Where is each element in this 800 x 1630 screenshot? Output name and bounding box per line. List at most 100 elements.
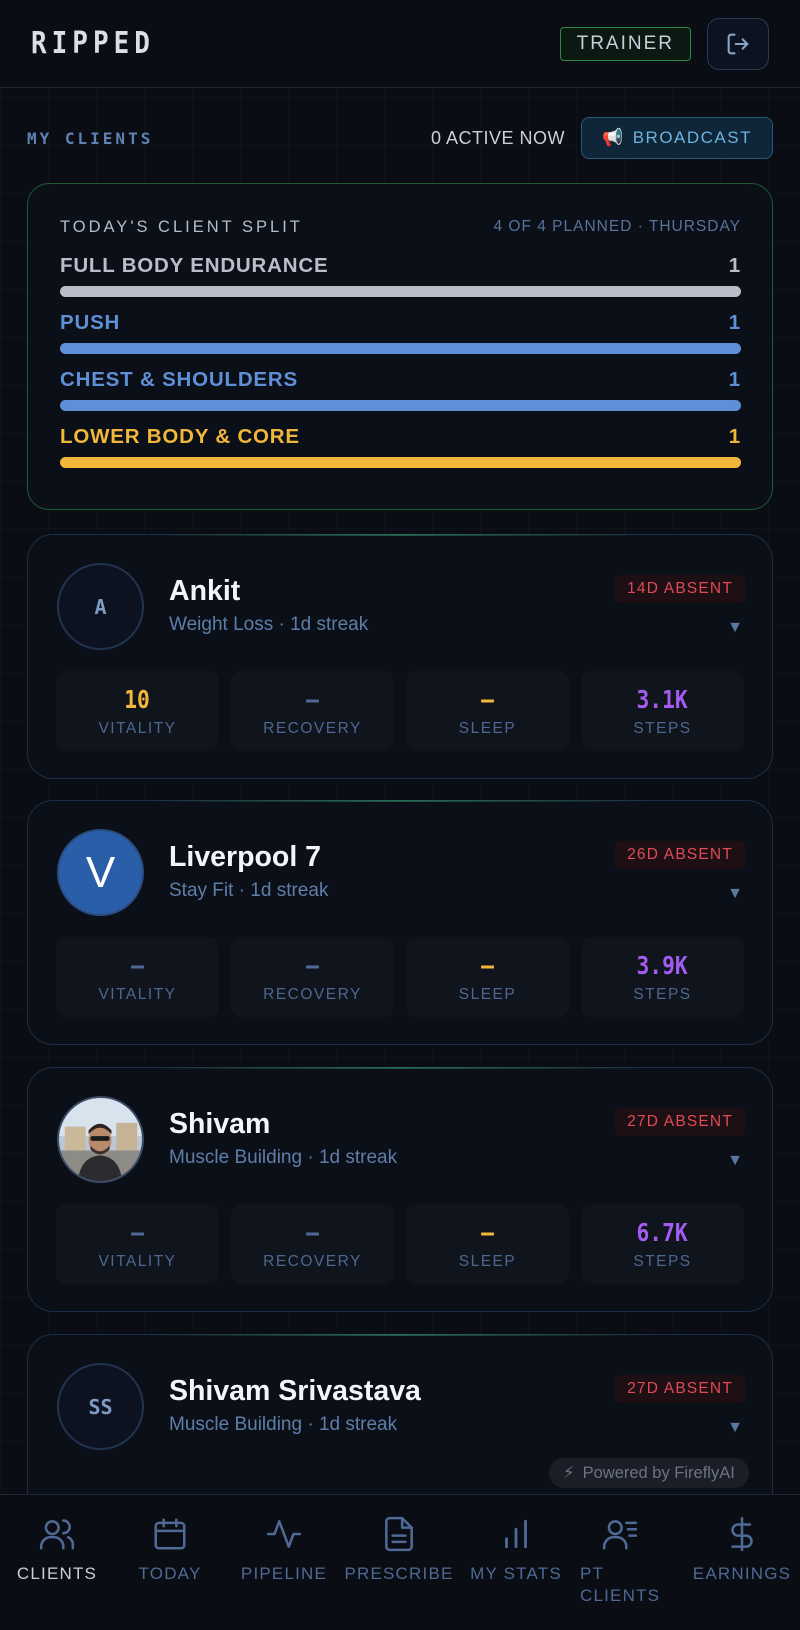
calendar-icon: [154, 1518, 186, 1550]
metric-tile: 3.1K STEPS: [581, 671, 744, 751]
app-header: RIPPED TRAINER: [0, 0, 800, 88]
metric-value: –: [306, 950, 319, 980]
avatar-photo: [59, 1098, 142, 1181]
clients-section-bar: MY CLIENTS 0 ACTIVE NOW 📢 BROADCAST: [27, 116, 773, 160]
avatar: V: [57, 829, 144, 916]
metric-value: –: [306, 684, 319, 714]
metric-label: RECOVERY: [263, 1253, 362, 1270]
avatar: SS: [57, 1363, 144, 1450]
avatar-initial: V: [85, 847, 116, 897]
split-row-count: 1: [728, 254, 741, 277]
role-badge: TRAINER: [559, 26, 691, 61]
split-row-bar: [60, 286, 741, 297]
chevron-down-icon[interactable]: ▼: [727, 885, 743, 903]
metric-tile: – VITALITY: [56, 937, 219, 1017]
metrics-row: – VITALITY – RECOVERY – SLEEP 6.7K STEPS: [56, 1204, 744, 1284]
metric-tile: – RECOVERY: [231, 937, 394, 1017]
active-now-count: 0 ACTIVE NOW: [431, 127, 566, 148]
metric-tile: – SLEEP: [406, 937, 569, 1017]
nav-label-clients: CLIENTS: [16, 1564, 98, 1583]
split-row-name: LOWER BODY & CORE: [60, 425, 300, 448]
metric-value: –: [306, 1217, 319, 1247]
split-row-count: 1: [728, 425, 741, 448]
document-icon: [385, 1516, 413, 1552]
nav-item-earnings[interactable]: EARNINGS: [693, 1515, 791, 1585]
broadcast-button[interactable]: 📢 BROADCAST: [581, 117, 773, 159]
metric-tile: – SLEEP: [406, 1204, 569, 1284]
section-title: MY CLIENTS: [27, 128, 154, 148]
split-row-bar: [60, 457, 741, 468]
client-name: Liverpool 7: [169, 841, 322, 873]
activity-icon: [266, 1520, 302, 1548]
split-title: TODAY'S CLIENT SPLIT: [60, 217, 303, 236]
logout-button[interactable]: [707, 17, 769, 70]
metric-tile: 6.7K STEPS: [581, 1204, 744, 1284]
nav-label-my-stats: MY STATS: [470, 1564, 562, 1583]
absent-badge: 26D ABSENT: [615, 841, 745, 869]
client-name: Ankit: [169, 575, 241, 607]
logout-icon: [727, 33, 749, 54]
metric-label: SLEEP: [458, 1253, 517, 1270]
chevron-down-icon[interactable]: ▼: [727, 1419, 743, 1437]
metric-tile: 10 VITALITY: [56, 671, 219, 751]
client-card[interactable]: A Ankit Weight Loss · 1d streak 14D ABSENT ▼…: [27, 534, 773, 779]
metric-value: 3.9K: [636, 950, 689, 980]
metric-value: –: [131, 1217, 144, 1247]
nav-item-prescribe[interactable]: PRESCRIBE: [344, 1515, 453, 1585]
metric-label: SLEEP: [458, 720, 517, 737]
client-split-card: TODAY'S CLIENT SPLIT 4 OF 4 PLANNED · TH…: [27, 183, 773, 510]
client-subtitle: Stay Fit · 1d streak: [169, 880, 329, 901]
powered-by-badge: ⚡ Powered by FireflyAI: [549, 1458, 749, 1488]
metric-value: 3.1K: [636, 684, 689, 714]
nav-item-clients[interactable]: CLIENTS: [17, 1515, 97, 1585]
nav-label-pt-clients: PT CLIENTS: [580, 1564, 661, 1605]
nav-item-my-stats[interactable]: MY STATS: [467, 1515, 565, 1585]
split-row: LOWER BODY & CORE 1: [60, 421, 741, 468]
client-subtitle: Muscle Building · 1d streak: [169, 1147, 398, 1168]
nav-item-pt-clients[interactable]: PT CLIENTS: [580, 1515, 660, 1607]
client-name: Shivam Srivastava: [169, 1375, 421, 1407]
app-logo: RIPPED: [31, 26, 155, 61]
nav-label-earnings: EARNINGS: [692, 1564, 792, 1583]
metric-label: RECOVERY: [263, 720, 362, 737]
metric-tile: – SLEEP: [406, 671, 569, 751]
chevron-down-icon[interactable]: ▼: [727, 1152, 743, 1170]
client-card[interactable]: V Liverpool 7 Stay Fit · 1d streak 26D ABSE…: [27, 800, 773, 1045]
metric-label: STEPS: [633, 720, 692, 737]
metric-label: STEPS: [633, 986, 692, 1003]
broadcast-label: BROADCAST: [632, 128, 752, 147]
client-subtitle: Weight Loss · 1d streak: [169, 614, 369, 635]
nav-item-pipeline[interactable]: PIPELINE: [238, 1515, 330, 1585]
nav-label-today: TODAY: [138, 1564, 202, 1583]
metric-label: VITALITY: [98, 986, 177, 1003]
metric-label: SLEEP: [458, 986, 517, 1003]
nav-item-today[interactable]: TODAY: [135, 1515, 205, 1585]
split-row-name: FULL BODY ENDURANCE: [60, 254, 329, 277]
metrics-row: 10 VITALITY – RECOVERY – SLEEP 3.1K STEPS: [56, 671, 744, 751]
split-meta: 4 OF 4 PLANNED · THURSDAY: [493, 218, 741, 235]
metric-value: 6.7K: [636, 1217, 689, 1247]
lightning-icon: ⚡: [563, 1464, 575, 1482]
absent-badge: 27D ABSENT: [615, 1108, 745, 1136]
avatar: A: [57, 563, 144, 650]
avatar-initial: A: [94, 594, 107, 619]
client-card[interactable]: Shivam Muscle Building · 1d streak 27D ABS…: [27, 1067, 773, 1312]
split-row: CHEST & SHOULDERS 1: [60, 364, 741, 411]
avatar: [57, 1096, 144, 1183]
metric-tile: – VITALITY: [56, 1204, 219, 1284]
chevron-down-icon[interactable]: ▼: [727, 619, 743, 637]
users-icon: [39, 1519, 75, 1550]
split-row-name: PUSH: [60, 311, 121, 334]
megaphone-icon: 📢: [602, 128, 625, 147]
bar-chart-icon: [505, 1519, 527, 1549]
metric-label: VITALITY: [98, 720, 177, 737]
metric-value: –: [481, 684, 494, 714]
metric-label: RECOVERY: [263, 986, 362, 1003]
metric-tile: – RECOVERY: [231, 671, 394, 751]
split-row-count: 1: [728, 311, 741, 334]
metric-tile: – RECOVERY: [231, 1204, 394, 1284]
metric-value: 10: [124, 684, 151, 714]
metric-label: VITALITY: [98, 1253, 177, 1270]
split-row: PUSH 1: [60, 307, 741, 354]
nav-label-pipeline: PIPELINE: [240, 1564, 328, 1583]
